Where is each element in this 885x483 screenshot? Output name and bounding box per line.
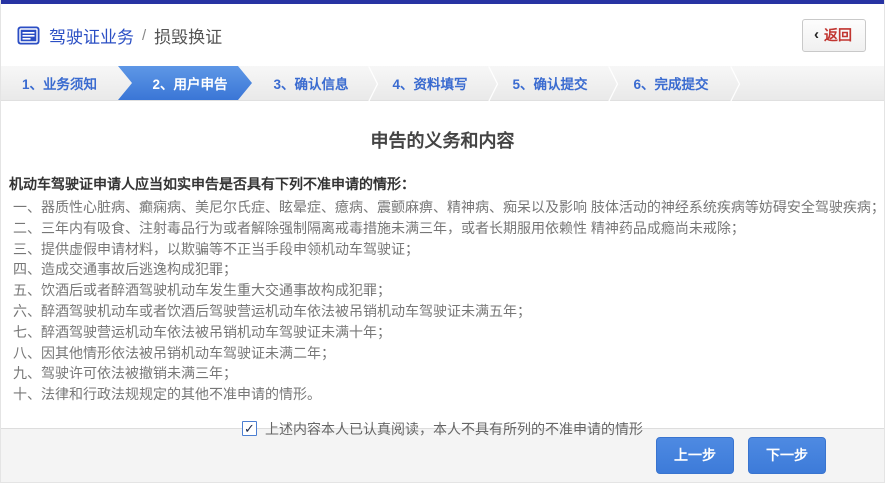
declaration-content: 申告的义务和内容 机动车驾驶证申请人应当如实申告是否具有下列不准申请的情形： 一…: [1, 101, 884, 428]
list-item: 四、造成交通事故后逃逸构成犯罪；: [13, 259, 884, 280]
step-6-complete-submit: 6、完成提交: [610, 66, 732, 100]
page-title: 申告的义务和内容: [1, 101, 884, 153]
list-item: 七、醉酒驾驶营运机动车依法被吊销机动车驾驶证未满十年；: [13, 322, 884, 343]
list-item: 八、因其他情形依法被吊销机动车驾驶证未满二年；: [13, 343, 884, 364]
list-item: 五、饮酒后或者醉酒驾驶机动车发生重大交通事故构成犯罪；: [13, 280, 884, 301]
step-5-confirm-submit: 5、确认提交: [490, 66, 610, 100]
step-2-user-declaration-active: 2、用户申告: [118, 66, 252, 100]
previous-step-button[interactable]: 上一步: [656, 437, 734, 474]
back-button[interactable]: ‹ 返回: [802, 19, 866, 52]
step-1-business-notice: 1、业务须知: [1, 66, 118, 100]
breadcrumb-current: 损毁换证: [154, 23, 222, 48]
step-4-fill-materials: 4、资料填写: [370, 66, 490, 100]
list-item: 三、提供虚假申请材料，以欺骗等不正当手段申领机动车驾驶证；: [13, 239, 884, 260]
list-item: 十、法律和行政法规规定的其他不准申请的情形。: [13, 384, 884, 405]
confirm-checkbox-label: 上述内容本人已认真阅读，本人不具有所列的不准申请的情形: [265, 419, 643, 439]
breadcrumb-root-link[interactable]: 驾驶证业务: [49, 23, 134, 48]
chevron-left-icon: ‹: [814, 27, 819, 42]
back-button-label: 返回: [824, 25, 852, 45]
next-step-button[interactable]: 下一步: [748, 437, 826, 474]
declaration-intro: 机动车驾驶证申请人应当如实申告是否具有下列不准申请的情形：: [9, 174, 884, 194]
list-item: 一、器质性心脏病、癫痫病、美尼尔氏症、眩晕症、癔病、震颤麻痹、精神病、痴呆以及影…: [13, 197, 884, 218]
declaration-list: 一、器质性心脏病、癫痫病、美尼尔氏症、眩晕症、癔病、震颤麻痹、精神病、痴呆以及影…: [13, 197, 884, 405]
confirm-checkbox[interactable]: ✓: [242, 421, 257, 436]
step-3-confirm-info: 3、确认信息: [252, 66, 370, 100]
page: 驾驶证业务 / 损毁换证 ‹ 返回 1、业务须知 2、用户申告 3、确认信息 4…: [0, 0, 885, 483]
list-item: 二、三年内有吸食、注射毒品行为或者解除强制隔离戒毒措施未满三年，或者长期服用依赖…: [13, 218, 884, 239]
header: 驾驶证业务 / 损毁换证 ‹ 返回: [1, 4, 884, 66]
list-item: 六、醉酒驾驶机动车或者饮酒后驾驶营运机动车依法被吊销机动车驾驶证未满五年；: [13, 301, 884, 322]
breadcrumb-separator: /: [142, 27, 146, 44]
list-item: 九、驾驶许可依法被撤销未满三年；: [13, 363, 884, 384]
list-form-icon: [17, 26, 40, 45]
step-bar-filler: [732, 66, 884, 100]
step-wizard: 1、业务须知 2、用户申告 3、确认信息 4、资料填写 5、确认提交 6、完成提…: [1, 66, 884, 101]
